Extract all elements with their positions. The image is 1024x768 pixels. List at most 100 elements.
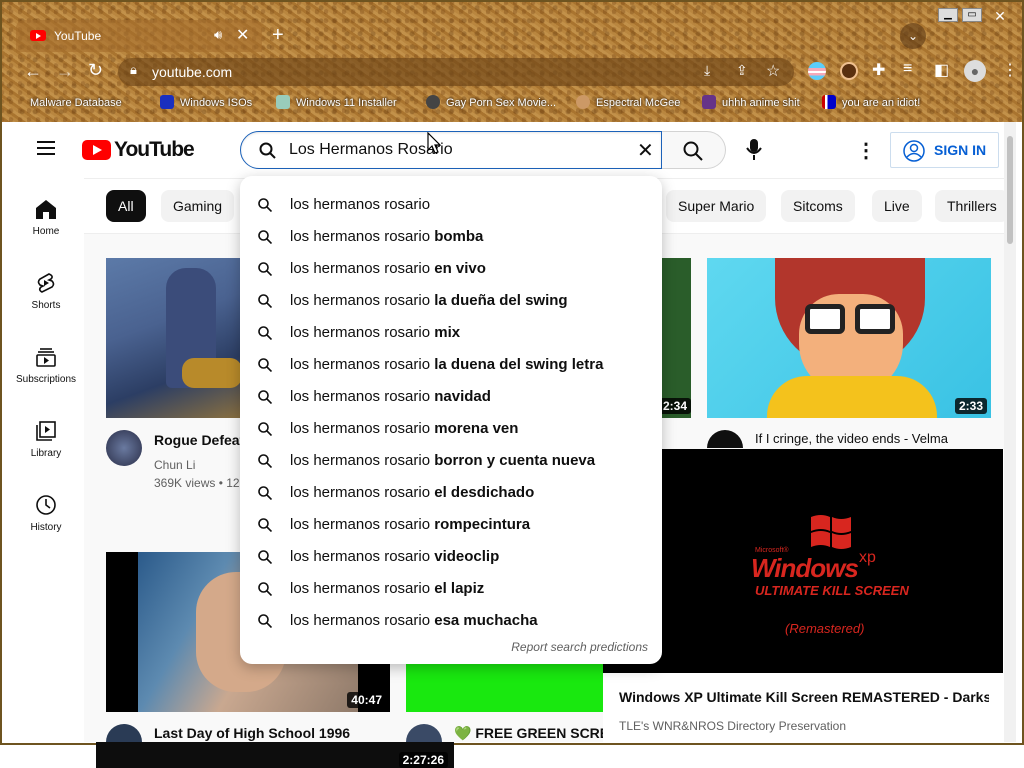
page-scrollbar[interactable] [1004,122,1016,742]
audio-playing-icon[interactable]: 🔊︎ [214,27,222,43]
bookmark-label: Espectral McGee [596,97,681,109]
search-suggestion[interactable]: los hermanos rosario el desdichado [240,477,662,509]
search-box[interactable]: Los Hermanos Rosario ✕ [240,131,662,169]
search-suggestion[interactable]: los hermanos rosario videoclip [240,541,662,573]
close-window-icon[interactable]: ✕ [990,8,1010,24]
search-suggestion[interactable]: los hermanos rosario navidad [240,381,662,413]
windows-flag-icon [811,515,851,549]
bookmark-windows-isos[interactable]: Windows ISOs [160,95,252,109]
scrollbar-thumb[interactable] [1007,136,1013,244]
sidebar-item-library[interactable]: Library [8,410,84,474]
bookmark-windows-11-installer[interactable]: Windows 11 Installer [276,95,397,109]
search-suggestion[interactable]: los hermanos rosario mix [240,317,662,349]
reload-icon[interactable]: ↻ [88,60,103,81]
idiot-favicon-icon [822,95,836,109]
lock-icon[interactable]: 🔒︎ [130,62,137,78]
share-icon[interactable]: ⇪ [736,62,748,79]
video-title[interactable]: Rogue Defeat [154,432,242,448]
mouse-cursor-icon [427,132,441,154]
search-suggestion[interactable]: los hermanos rosario esa muchacha [240,605,662,637]
search-suggestion[interactable]: los hermanos rosario bomba [240,221,662,253]
profile-icon[interactable]: ● [964,60,986,82]
suggestion-completion: el desdichado [434,484,535,501]
voice-search-icon[interactable] [746,138,762,162]
back-icon[interactable]: ← [24,61,42,82]
channel-name[interactable]: Chun Li [154,458,195,472]
sidebar-item-shorts[interactable]: Shorts [8,262,84,326]
extension-avatar-icon[interactable] [840,62,858,80]
sidebar-item-subscriptions[interactable]: Subscriptions [8,336,84,400]
search-suggestion-icon [258,294,272,308]
bookmark-you-are-an-idiot[interactable]: you are an idiot! [822,95,920,109]
report-search-predictions-link[interactable]: Report search predictions [511,640,648,654]
chip-live[interactable]: Live [872,190,922,222]
bookmark-label: you are an idiot! [842,97,921,109]
bookmark-label: Malware Database [30,97,122,109]
video-title[interactable]: Windows XP Ultimate Kill Screen REMASTER… [619,689,989,705]
search-suggestion[interactable]: los hermanos rosario la dueña del swing [240,285,662,317]
sidebar-item-home[interactable]: Home [8,188,84,252]
suggestion-text: los hermanos rosario esa muchacha [290,612,538,629]
chip-sitcoms[interactable]: Sitcoms [781,190,855,222]
suggestion-completion: el lapiz [434,580,485,597]
address-bar[interactable]: 🔒︎ youtube.com ⤓ ⇪ ☆ [118,58,794,86]
sign-in-button[interactable]: SIGN IN [890,132,999,168]
clear-search-icon[interactable]: ✕ [637,138,654,163]
chip-thrillers[interactable]: Thrillers [935,190,1009,222]
next-video-thumbnail[interactable]: 2:27:26 [96,742,454,768]
chip-super-mario[interactable]: Super Mario [666,190,767,222]
search-suggestion[interactable]: los hermanos rosario rompecintura [240,509,662,541]
new-tab-icon[interactable]: + [272,24,284,47]
settings-menu-icon[interactable]: ⋮ [856,138,876,163]
bookmark-movie[interactable]: Gay Porn Sex Movie... [426,95,556,109]
extensions-puzzle-icon[interactable]: ✚ [872,60,885,80]
maximize-icon[interactable]: ▭ [962,8,982,22]
suggestion-text: los hermanos rosario rompecintura [290,516,530,533]
window-controls: ▁ ▭ ✕ [938,8,1018,24]
media-queue-icon[interactable]: ≡ [903,60,912,78]
suggestion-query: los hermanos rosario [290,196,431,213]
search-suggestions-dropdown: los hermanos rosario los hermanos rosario… [240,176,662,664]
bookmark-malware-database[interactable]: Malware Database [30,95,122,109]
bookmark-anime[interactable]: uhhh anime shit [702,95,800,109]
suggestion-query: los hermanos rosario [290,516,435,533]
tab-search-icon[interactable]: ⌄ [900,23,926,49]
bookmark-espectral-mcgee[interactable]: Espectral McGee [576,95,680,109]
search-button[interactable] [662,131,726,169]
sidebar-item-history[interactable]: History [8,484,84,548]
installer-favicon-icon [276,95,290,109]
video-thumbnail[interactable] [106,258,242,418]
search-suggestion[interactable]: los hermanos rosario la duena del swing … [240,349,662,381]
browser-tab[interactable]: YouTube 🔊︎ ✕ [16,20,262,52]
video-title[interactable]: Last Day of High School 1996 [154,725,350,741]
url-text: youtube.com [152,64,233,80]
close-tab-icon[interactable]: ✕ [236,25,249,45]
video-card-preview[interactable]: Microsoft® Windows xp ULTIMATE KILL SCRE… [603,449,1016,742]
suggestion-text: los hermanos rosario el desdichado [290,484,534,501]
extension-flag-icon[interactable] [808,62,826,80]
video-thumbnail[interactable]: Microsoft® Windows xp ULTIMATE KILL SCRE… [603,449,1003,673]
suggestion-text: los hermanos rosario mix [290,324,460,341]
search-suggestion[interactable]: los hermanos rosario en vivo [240,253,662,285]
video-thumbnail[interactable]: 2:34 [662,258,691,418]
forward-icon[interactable]: → [56,61,74,82]
channel-name[interactable]: TLE's WNR&NROS Directory Preservation [619,719,846,733]
search-suggestion[interactable]: los hermanos rosario [240,189,662,221]
search-suggestion[interactable]: los hermanos rosario morena ven [240,413,662,445]
chip-gaming[interactable]: Gaming [161,190,235,222]
video-thumbnail[interactable]: 2:33 [707,258,991,418]
chip-all[interactable]: All [106,190,146,222]
side-panel-icon[interactable]: ◧ [934,60,949,80]
search-suggestion[interactable]: los hermanos rosario el lapiz [240,573,662,605]
suggestion-text: los hermanos rosario bomba [290,228,483,245]
install-icon[interactable]: ⤓ [704,62,710,79]
minimize-icon[interactable]: ▁ [938,8,958,22]
video-title[interactable]: 💚 FREE GREEN SCREEN [454,725,603,742]
guide-menu-icon[interactable] [37,141,55,155]
chrome-menu-icon[interactable]: ⋮ [1002,60,1018,80]
video-title[interactable]: If I cringe, the video ends - Velma [755,431,948,446]
search-suggestion[interactable]: los hermanos rosario borron y cuenta nue… [240,445,662,477]
bookmark-star-icon[interactable]: ☆ [766,61,780,81]
suggestion-completion: la dueña del swing [434,292,568,309]
channel-avatar[interactable] [106,430,142,466]
